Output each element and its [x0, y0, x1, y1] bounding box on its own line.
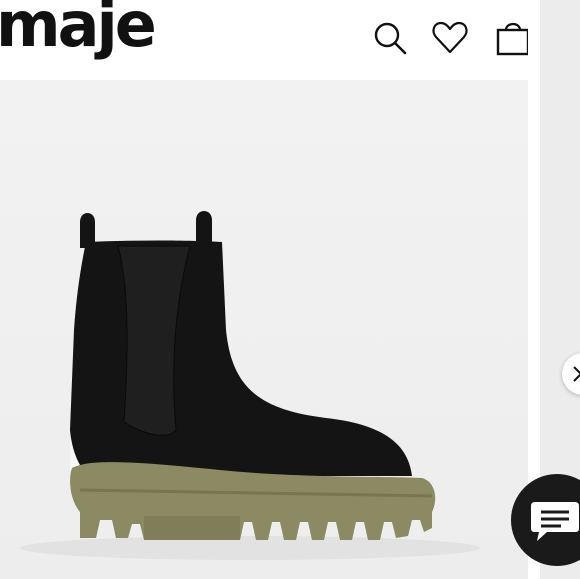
- chat-bubble-icon: [531, 502, 579, 541]
- chevron-right-icon: [573, 366, 580, 382]
- bag-icon[interactable]: [493, 18, 533, 58]
- site-header: maje: [0, 0, 580, 80]
- maje-logo[interactable]: maje: [0, 0, 157, 56]
- search-icon[interactable]: [370, 18, 410, 58]
- product-image: [0, 80, 528, 579]
- product-image-gallery[interactable]: [0, 80, 528, 579]
- heart-icon[interactable]: [430, 18, 470, 58]
